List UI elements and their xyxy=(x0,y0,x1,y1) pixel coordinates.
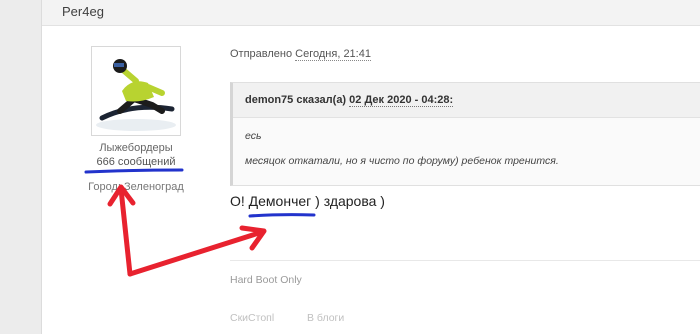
user-city-label: Город: xyxy=(88,181,121,193)
footer-link-blogs[interactable]: В блоги xyxy=(307,312,344,324)
quote-citation-date: 02 Дек 2020 - 04:28: xyxy=(349,94,454,107)
quote-citation-author: demon75 сказал(а) xyxy=(245,94,347,106)
user-group: Лыжебордеры xyxy=(99,142,173,154)
quote-citation-bar: demon75 сказал(а) 02 Дек 2020 - 04:28: xyxy=(233,83,700,118)
post-author-link[interactable]: Per4eg xyxy=(62,4,104,19)
avatar[interactable] xyxy=(91,46,181,136)
left-gutter xyxy=(0,0,41,334)
user-city-value: Зеленоград xyxy=(124,181,184,193)
quote-citation: demon75 сказал(а) 02 Дек 2020 - 04:28: xyxy=(245,94,454,107)
post-header: Per4eg xyxy=(42,0,700,26)
post-date-prefix: Отправлено xyxy=(230,48,293,60)
quote-text-line: есь xyxy=(245,130,262,142)
quote-block: demon75 сказал(а) 02 Дек 2020 - 04:28: е… xyxy=(230,82,700,186)
forum-post: Per4eg Лыжебордеры 666 сообщений Город: … xyxy=(41,0,700,334)
post-date: Отправлено Сегодня, 21:41 xyxy=(230,48,371,61)
post-reply-text: О! Демончег ) здарова ) xyxy=(230,193,385,209)
user-city: Город: Зеленоград xyxy=(42,181,230,193)
footer-link-skistop[interactable]: СкиСтопl xyxy=(230,312,274,324)
post-date-time: Сегодня, 21:41 xyxy=(295,48,371,61)
signature-text: Hard Boot Only xyxy=(230,274,302,286)
signature-divider xyxy=(230,260,700,261)
snowboarder-avatar-image xyxy=(92,47,180,135)
quote-text-line: месяцок откатали, но я чисто по форуму) … xyxy=(245,155,559,167)
user-post-count: 666 сообщений xyxy=(96,156,176,168)
